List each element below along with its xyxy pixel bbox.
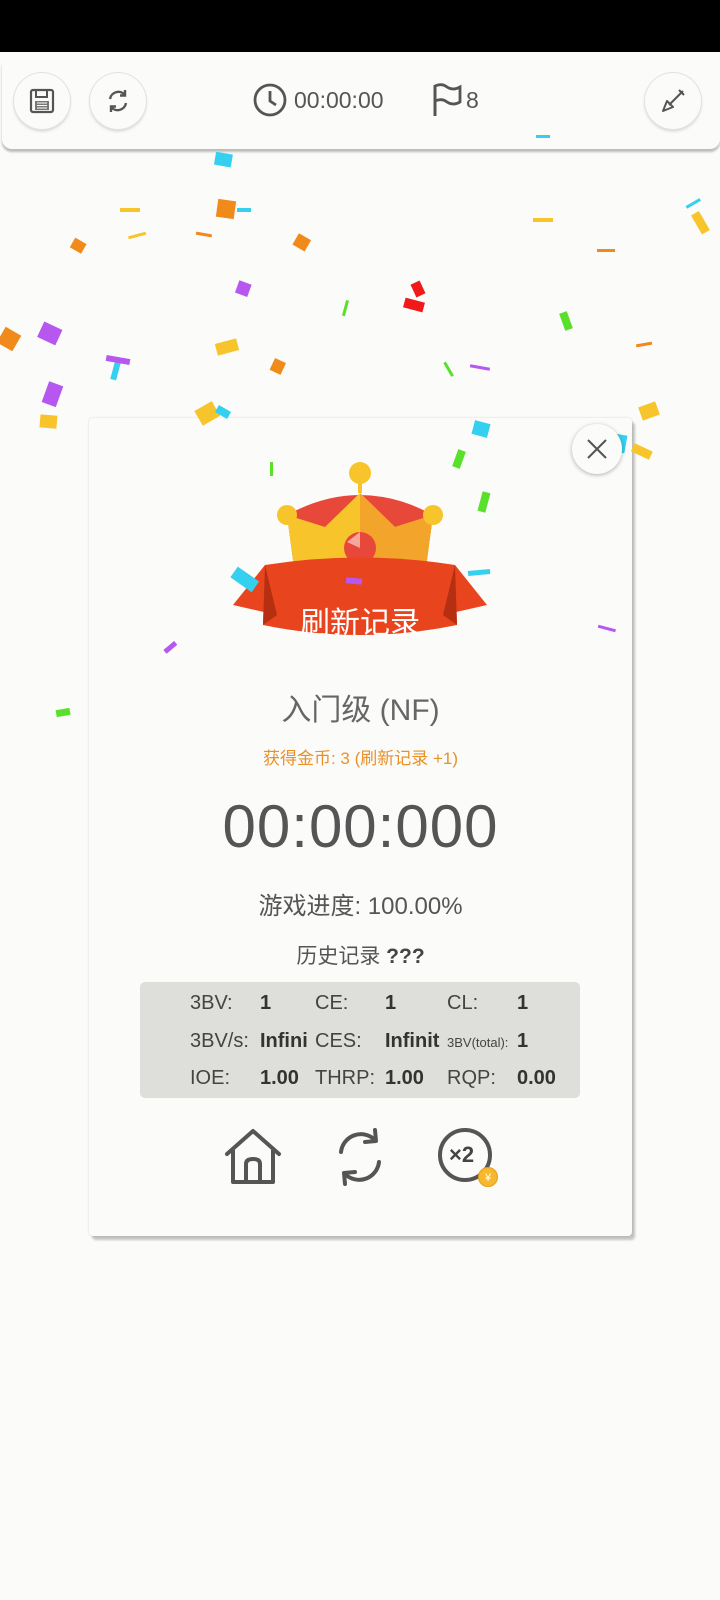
stat-value: 1.00 bbox=[260, 1067, 299, 1089]
history-label: 历史记录 bbox=[296, 945, 381, 968]
flag-count: 8 bbox=[466, 86, 479, 113]
difficulty-level: 入门级 (NF) bbox=[281, 694, 440, 727]
close-button[interactable] bbox=[572, 424, 622, 474]
stat-label: 3BV(total): bbox=[447, 1035, 509, 1050]
coin-icon: ¥ bbox=[478, 1167, 498, 1187]
save-icon bbox=[29, 88, 55, 114]
stat-label: 3BV/s: bbox=[190, 1030, 249, 1052]
stat-value: 1 bbox=[517, 1030, 529, 1052]
stat-value: Infinit bbox=[385, 1030, 440, 1052]
close-icon bbox=[587, 439, 607, 459]
stat-value: 1 bbox=[385, 992, 397, 1014]
timer-text: 00:00:00 bbox=[294, 86, 384, 113]
flag-icon bbox=[433, 83, 462, 116]
timer-display: 00:00:00 bbox=[252, 82, 384, 118]
stat-label: RQP: bbox=[447, 1067, 496, 1089]
stat-label: CES: bbox=[315, 1030, 362, 1052]
dig-tool-button[interactable] bbox=[645, 73, 701, 129]
progress-label: 游戏进度: bbox=[258, 893, 362, 920]
stat-value: 1 bbox=[517, 992, 529, 1014]
history-value: ??? bbox=[386, 945, 425, 968]
refresh-icon bbox=[108, 90, 128, 112]
stat-label: CE: bbox=[315, 992, 349, 1014]
stat-value: 0.00 bbox=[517, 1067, 556, 1089]
status-bar bbox=[0, 0, 720, 52]
coins-earned: 获得金币: 3 (刷新记录 +1) bbox=[262, 749, 459, 768]
stat-value: Infini bbox=[260, 1030, 308, 1052]
stat-label: THRP: bbox=[315, 1067, 375, 1089]
final-time: 00:00:000 bbox=[222, 793, 499, 860]
stat-value: 1 bbox=[260, 992, 272, 1014]
restart-button[interactable] bbox=[90, 73, 146, 129]
stat-value: 1.00 bbox=[385, 1067, 424, 1089]
double-label: ×2 bbox=[449, 1142, 475, 1167]
double-reward-button[interactable]: ×2 ¥ bbox=[435, 1125, 505, 1195]
stat-label: CL: bbox=[447, 992, 479, 1014]
home-button[interactable] bbox=[221, 1125, 285, 1189]
flag-counter: 8 bbox=[430, 82, 479, 118]
clock-icon bbox=[253, 83, 287, 117]
refresh-icon bbox=[339, 1128, 381, 1186]
game-progress: 游戏进度: 100.00% bbox=[89, 886, 632, 921]
banner-title: 刷新记录 bbox=[300, 607, 420, 640]
save-button[interactable] bbox=[14, 73, 70, 129]
stats-panel: 3BV: 1 CE: 1 CL: 1 3BV/s: Infini CES: In… bbox=[140, 982, 580, 1098]
stat-label: 3BV: bbox=[190, 992, 233, 1014]
shovel-icon bbox=[662, 89, 685, 112]
stat-label: IOE: bbox=[190, 1067, 231, 1089]
progress-value: 100.00% bbox=[367, 893, 463, 920]
history-record: 历史记录 ??? bbox=[89, 940, 632, 970]
replay-button[interactable] bbox=[328, 1125, 392, 1189]
home-icon bbox=[225, 1129, 281, 1184]
